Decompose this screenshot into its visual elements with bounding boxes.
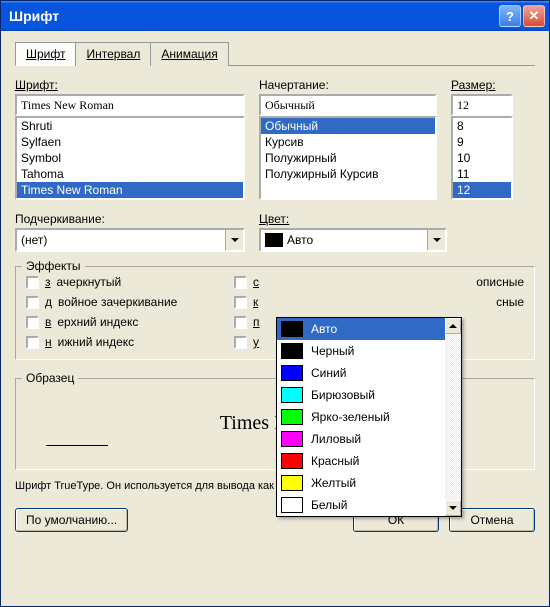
sample-title: Образец: [22, 371, 78, 385]
color-option[interactable]: Бирюзовый: [277, 384, 445, 406]
color-option[interactable]: Лиловый: [277, 428, 445, 450]
color-option[interactable]: Синий: [277, 362, 445, 384]
effect-partial-label: описные: [476, 275, 524, 289]
style-listbox[interactable]: ОбычныйКурсивПолужирныйПолужирный Курсив: [259, 116, 437, 200]
effect-checkbox[interactable]: верхний индекс: [26, 315, 226, 329]
color-option[interactable]: Желтый: [277, 472, 445, 494]
checkbox-icon: [26, 296, 39, 309]
color-swatch-icon: [281, 409, 303, 425]
effect-checkbox[interactable]: п: [234, 315, 260, 329]
size-label: Размер:: [451, 78, 513, 92]
titlebar: Шрифт ? ✕: [1, 1, 549, 31]
color-option-label: Красный: [311, 454, 359, 468]
list-item[interactable]: 10: [453, 150, 511, 166]
checkbox-icon: [234, 316, 247, 329]
window-title: Шрифт: [9, 8, 499, 24]
color-swatch-icon: [281, 453, 303, 469]
color-option-label: Авто: [311, 322, 337, 336]
dropdown-scrollbar[interactable]: [445, 318, 461, 516]
effect-checkbox[interactable]: у: [234, 335, 260, 349]
color-dropdown-popup[interactable]: Авто Черный Синий Бирюзовый Ярко-зеленый Лило…: [276, 317, 462, 517]
color-option-label: Белый: [311, 498, 347, 512]
font-label: Шрифт:: [15, 78, 245, 92]
font-input[interactable]: [15, 94, 245, 116]
tab-animation[interactable]: Анимация: [150, 42, 228, 66]
default-button[interactable]: По умолчанию...: [15, 508, 128, 532]
color-swatch-icon: [281, 365, 303, 381]
effect-checkbox[interactable]: с: [234, 275, 260, 289]
style-label: Начертание:: [259, 78, 437, 92]
color-swatch-icon: [281, 475, 303, 491]
close-button[interactable]: ✕: [523, 5, 545, 27]
color-swatch-icon: [281, 431, 303, 447]
checkbox-icon: [234, 296, 247, 309]
list-item[interactable]: 12: [453, 182, 511, 198]
list-item[interactable]: 9: [453, 134, 511, 150]
effect-partial-label: сные: [496, 295, 524, 309]
style-input[interactable]: [259, 94, 437, 116]
color-swatch-icon: [281, 343, 303, 359]
chevron-down-icon[interactable]: [225, 230, 243, 250]
color-option[interactable]: Белый: [277, 494, 445, 516]
size-listbox[interactable]: 89101112: [451, 116, 513, 200]
color-option[interactable]: Авто: [277, 318, 445, 340]
list-item[interactable]: Курсив: [261, 134, 435, 150]
checkbox-icon: [26, 276, 39, 289]
list-item[interactable]: Обычный: [261, 118, 435, 134]
effect-checkbox[interactable]: нижний индекс: [26, 335, 226, 349]
font-listbox[interactable]: ShrutiSylfaenSymbolTahomaTimes New Roman: [15, 116, 245, 200]
color-swatch-icon: [281, 321, 303, 337]
underline-value: (нет): [17, 230, 225, 250]
list-item[interactable]: Times New Roman: [17, 182, 243, 198]
tab-font[interactable]: Шрифт: [15, 42, 76, 66]
color-option-label: Лиловый: [311, 432, 361, 446]
list-item[interactable]: Полужирный: [261, 150, 435, 166]
color-combo[interactable]: Авто: [259, 228, 447, 252]
color-option-label: Ярко-зеленый: [311, 410, 390, 424]
checkbox-icon: [234, 336, 247, 349]
color-swatch-icon: [265, 233, 283, 247]
color-option[interactable]: Красный: [277, 450, 445, 472]
effects-title: Эффекты: [22, 259, 85, 273]
underline-combo[interactable]: (нет): [15, 228, 245, 252]
color-option-label: Желтый: [311, 476, 356, 490]
sample-underline-icon: [46, 445, 108, 446]
effect-checkbox[interactable]: к: [234, 295, 260, 309]
color-option-label: Черный: [311, 344, 354, 358]
color-option[interactable]: Черный: [277, 340, 445, 362]
tab-interval[interactable]: Интервал: [75, 42, 151, 66]
list-item[interactable]: Symbol: [17, 150, 243, 166]
checkbox-icon: [26, 316, 39, 329]
color-label: Цвет:: [259, 212, 447, 226]
underline-label: Подчеркивание:: [15, 212, 245, 226]
list-item[interactable]: Shruti: [17, 118, 243, 134]
font-dialog-window: Шрифт ? ✕ Шрифт Интервал Анимация Шрифт:…: [0, 0, 550, 607]
color-swatch-icon: [281, 387, 303, 403]
checkbox-icon: [234, 276, 247, 289]
color-option-label: Бирюзовый: [311, 388, 375, 402]
color-swatch-icon: [281, 497, 303, 513]
list-item[interactable]: 8: [453, 118, 511, 134]
scroll-down-icon[interactable]: [445, 500, 461, 516]
color-option-label: Синий: [311, 366, 346, 380]
list-item[interactable]: Sylfaen: [17, 134, 243, 150]
checkbox-icon: [26, 336, 39, 349]
chevron-down-icon[interactable]: [427, 230, 445, 250]
tab-strip: Шрифт Интервал Анимация: [15, 41, 535, 66]
list-item[interactable]: 11: [453, 166, 511, 182]
help-button[interactable]: ?: [499, 5, 521, 27]
effect-checkbox[interactable]: двойное зачеркивание: [26, 295, 226, 309]
scroll-track[interactable]: [445, 334, 461, 500]
color-value: Авто: [261, 230, 427, 250]
scroll-up-icon[interactable]: [445, 318, 461, 334]
effect-checkbox[interactable]: зачеркнутый: [26, 275, 226, 289]
list-item[interactable]: Полужирный Курсив: [261, 166, 435, 182]
list-item[interactable]: Tahoma: [17, 166, 243, 182]
size-input[interactable]: [451, 94, 513, 116]
color-option[interactable]: Ярко-зеленый: [277, 406, 445, 428]
